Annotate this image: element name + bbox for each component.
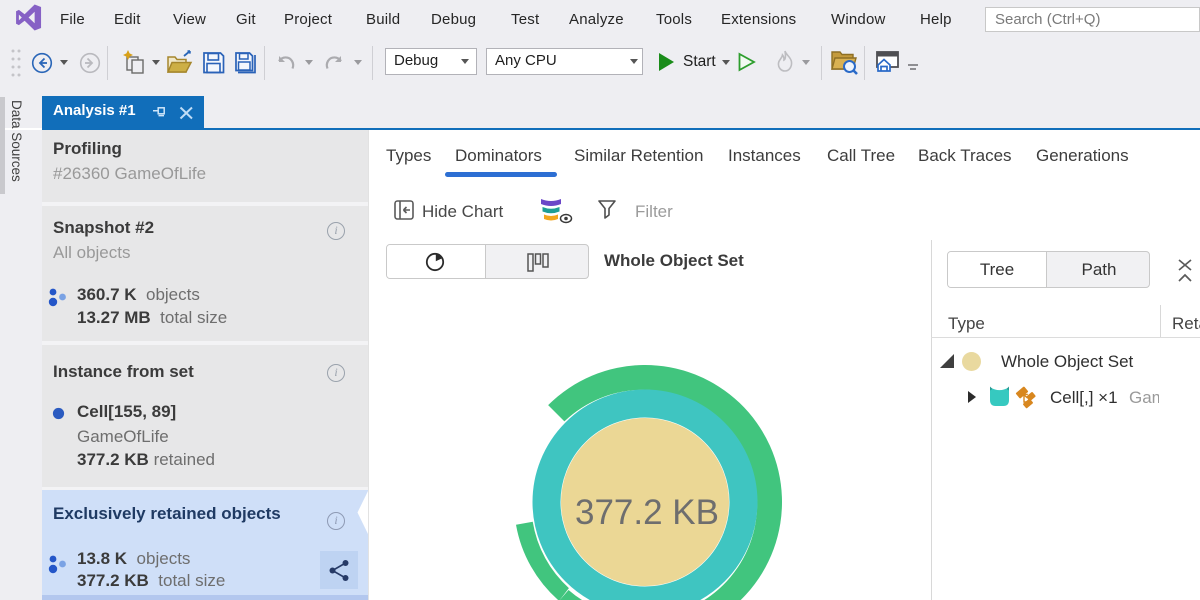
svg-text:377.2 KB: 377.2 KB <box>575 493 719 532</box>
